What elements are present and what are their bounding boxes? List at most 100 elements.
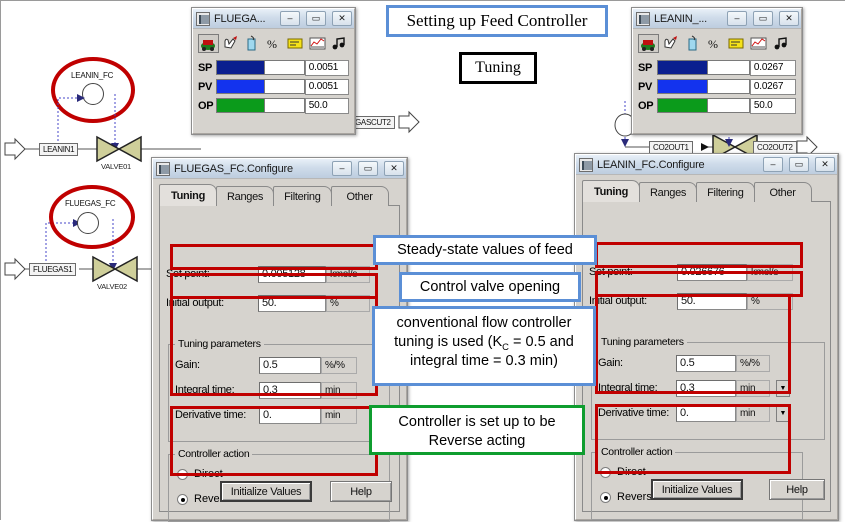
tab-ranges[interactable]: Ranges — [639, 182, 698, 202]
valve-label-valve02: VALVE02 — [97, 282, 128, 291]
sp-bar-track — [707, 60, 750, 75]
integral-time-input[interactable]: 0.3 — [259, 381, 321, 399]
dialog-right-body: Tuning Ranges Filtering Other Set point:… — [576, 175, 837, 520]
help-button[interactable]: Help — [330, 481, 392, 502]
integral-time-spinner[interactable]: ▼ — [776, 379, 790, 397]
tab-tuning[interactable]: Tuning — [159, 184, 217, 206]
derivative-time-label: Derivative time: — [175, 409, 246, 421]
gain-input[interactable]: 0.5 — [259, 356, 321, 374]
window-app-icon — [156, 161, 170, 176]
radio-direct-icon[interactable] — [600, 466, 611, 478]
dialog-right-titlebar[interactable]: LEANIN_FC.Configure – ▭ ✕ — [576, 155, 837, 175]
integral-time-row: Integral time: 0.3 min — [175, 380, 383, 400]
hand-pointer-icon[interactable] — [660, 34, 681, 53]
help-button[interactable]: Help — [769, 479, 825, 500]
faceplate-view-icon[interactable] — [638, 34, 659, 53]
leanin-configure-dialog[interactable]: LEANIN_FC.Configure – ▭ ✕ Tuning Ranges … — [574, 153, 839, 521]
faceplate-row: SP 0.0051 — [198, 59, 349, 76]
dialog-left-titlebar[interactable]: FLUEGAS_FC.Configure – ▭ ✕ — [153, 159, 406, 179]
faceplate-view-icon[interactable] — [198, 34, 219, 53]
percent-icon[interactable]: % — [263, 34, 284, 53]
derivative-time-unit: min — [736, 404, 770, 422]
setpoint-input[interactable]: 0.005128 — [258, 265, 326, 283]
fluegas-faceplate-window[interactable]: FLUEGA... – ▭ ✕ % SP 0.0051 PV 0.0051 OP… — [191, 7, 356, 135]
trend-chart-icon[interactable] — [306, 34, 328, 53]
faceplate-left-titlebar[interactable]: FLUEGA... – ▭ ✕ — [193, 9, 354, 29]
tab-other[interactable]: Other — [330, 186, 389, 206]
stream-label-gascut2[interactable]: GASCUT2 — [351, 116, 395, 129]
setpoint-input[interactable]: 0.026676 — [677, 263, 747, 281]
pv-value[interactable]: 0.0267 — [749, 78, 796, 95]
close-button[interactable]: ✕ — [815, 157, 835, 172]
gain-unit: %/% — [736, 354, 770, 372]
initialize-values-button[interactable]: Initialize Values — [651, 479, 743, 500]
notes-icon[interactable] — [284, 34, 306, 53]
leanin-controller-symbol[interactable] — [82, 83, 104, 105]
dialog-left-body: Tuning Ranges Filtering Other Set point:… — [153, 179, 406, 522]
fluegas-controller-label: FLUEGAS_FC — [65, 199, 116, 208]
minimize-button[interactable]: – — [332, 161, 352, 176]
faceplate-row: PV 0.0267 — [638, 78, 796, 95]
manual-mode-icon[interactable] — [241, 34, 263, 53]
stream-label-leanin1[interactable]: LEANIN1 — [39, 143, 79, 156]
sp-value[interactable]: 0.0051 — [304, 59, 349, 76]
integral-time-input[interactable]: 0.3 — [676, 379, 736, 397]
minimize-button[interactable]: – — [280, 11, 300, 26]
sp-bar — [216, 60, 265, 75]
notes-icon[interactable] — [726, 34, 747, 53]
faceplate-toolbar[interactable]: % — [198, 33, 350, 56]
tab-other[interactable]: Other — [753, 182, 812, 202]
stream-label-fluegas1[interactable]: FLUEGAS1 — [29, 263, 77, 276]
gain-input[interactable]: 0.5 — [676, 354, 736, 372]
tab-filtering[interactable]: Filtering — [696, 182, 755, 202]
fluegas-controller-symbol[interactable] — [77, 212, 99, 234]
percent-icon[interactable]: % — [704, 34, 725, 53]
manual-mode-icon[interactable] — [682, 34, 703, 53]
pv-value[interactable]: 0.0051 — [304, 78, 349, 95]
tab-filtering[interactable]: Filtering — [273, 186, 332, 206]
maximize-button[interactable]: ▭ — [789, 157, 809, 172]
op-bar — [216, 98, 265, 113]
minimize-button[interactable]: – — [727, 11, 747, 26]
sound-icon[interactable] — [770, 34, 791, 53]
maximize-button[interactable]: ▭ — [753, 11, 773, 26]
derivative-time-input[interactable]: 0. — [259, 406, 321, 424]
derivative-time-input[interactable]: 0. — [676, 404, 736, 422]
op-value[interactable]: 50.0 — [304, 97, 349, 114]
op-value[interactable]: 50.0 — [749, 97, 796, 114]
tab-tuning[interactable]: Tuning — [582, 180, 640, 202]
row-tag-sp: SP — [198, 61, 213, 74]
hand-pointer-icon[interactable] — [219, 34, 241, 53]
radio-reverse-icon[interactable] — [600, 491, 611, 503]
dialog-right-tabs[interactable]: Tuning Ranges Filtering Other — [582, 180, 831, 202]
trend-chart-icon[interactable] — [748, 34, 769, 53]
gain-label: Gain: — [598, 357, 623, 369]
sp-value[interactable]: 0.0267 — [749, 59, 796, 76]
close-button[interactable]: ✕ — [779, 11, 799, 26]
faceplate-right-titlebar[interactable]: LEANIN_... – ▭ ✕ — [633, 9, 801, 29]
radio-direct-icon[interactable] — [177, 468, 188, 480]
tuning-parameters-group: Tuning parameters Gain: 0.5 %/% Integral… — [591, 336, 825, 440]
faceplate-row: SP 0.0267 — [638, 59, 796, 76]
sp-bar-track — [264, 60, 305, 75]
faceplate-toolbar[interactable]: % — [638, 33, 796, 56]
maximize-button[interactable]: ▭ — [306, 11, 326, 26]
maximize-button[interactable]: ▭ — [358, 161, 378, 176]
derivative-time-spinner[interactable]: ▼ — [776, 404, 790, 422]
dialog-left-tabs[interactable]: Tuning Ranges Filtering Other — [159, 184, 400, 206]
derivative-time-label: Derivative time: — [598, 407, 669, 419]
initial-output-input[interactable]: 50. — [258, 294, 326, 312]
minimize-button[interactable]: – — [763, 157, 783, 172]
initialize-values-button[interactable]: Initialize Values — [220, 481, 312, 502]
row-tag-op: OP — [198, 99, 214, 112]
close-button[interactable]: ✕ — [332, 11, 352, 26]
fluegas-configure-dialog[interactable]: FLUEGAS_FC.Configure – ▭ ✕ Tuning Ranges… — [151, 157, 408, 522]
tuning-explanation-line3: integral time = 0.3 min) — [410, 353, 558, 370]
close-button[interactable]: ✕ — [384, 161, 404, 176]
initial-output-unit: % — [747, 292, 793, 310]
radio-reverse-icon[interactable] — [177, 493, 188, 505]
initial-output-input[interactable]: 50. — [677, 292, 747, 310]
tab-ranges[interactable]: Ranges — [216, 186, 275, 206]
sound-icon[interactable] — [328, 34, 350, 53]
leanin-faceplate-window[interactable]: LEANIN_... – ▭ ✕ % SP 0.0267 PV 0.0267 O… — [631, 7, 803, 135]
